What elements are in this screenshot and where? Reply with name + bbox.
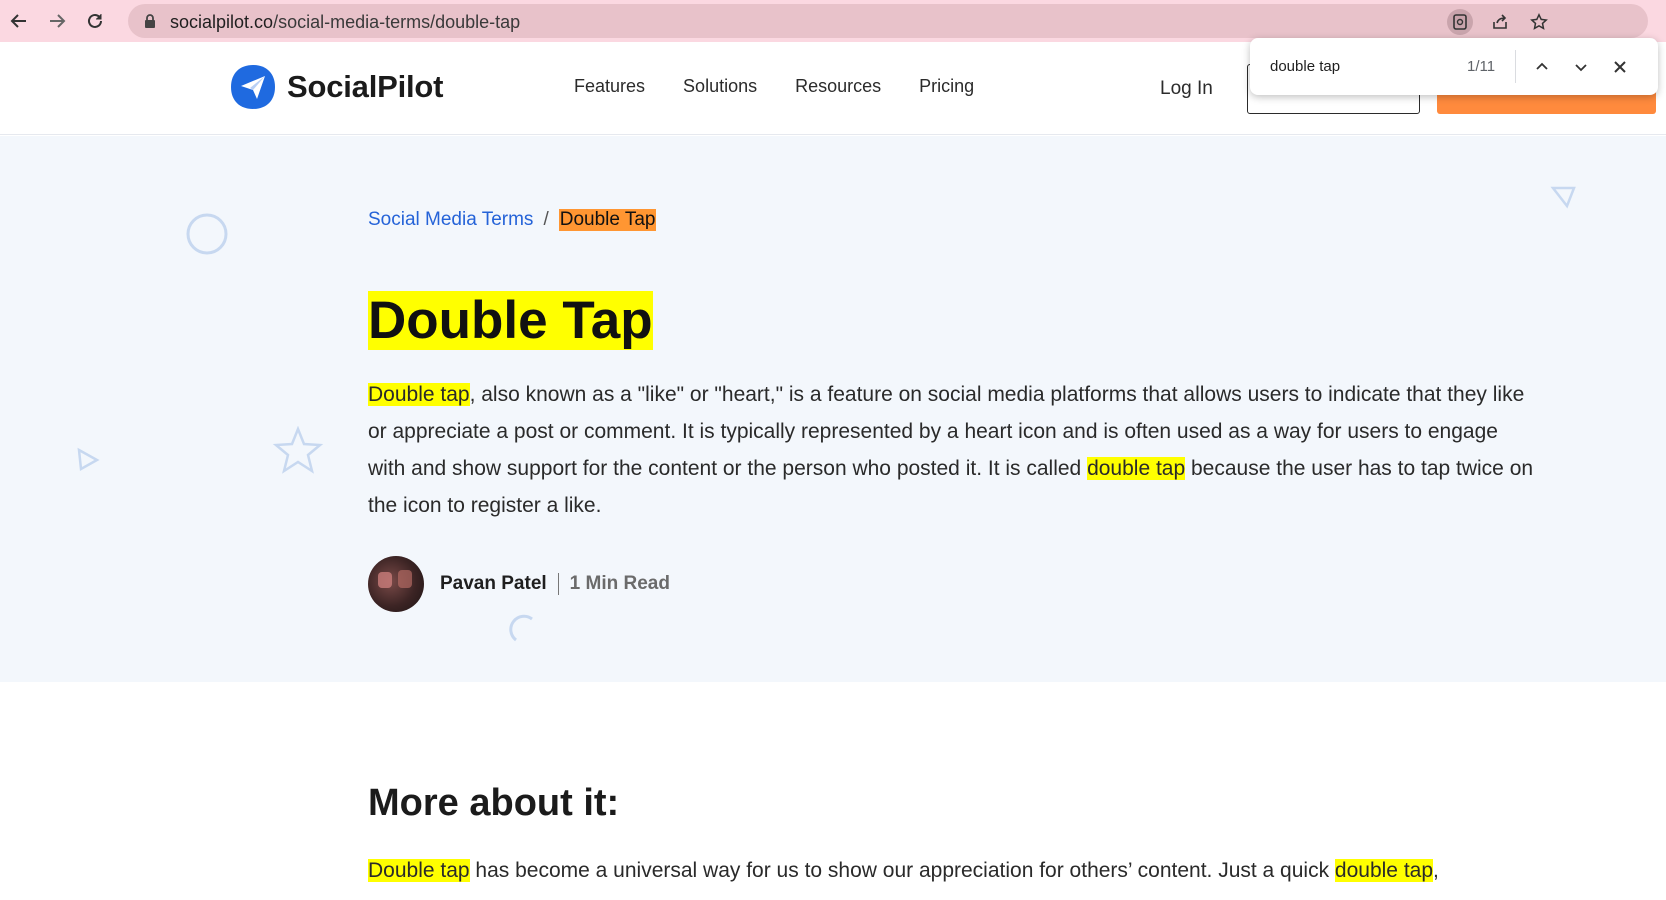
- logo-text: SocialPilot: [287, 69, 444, 104]
- find-highlight: double tap: [1334, 859, 1434, 882]
- search-in-page-icon[interactable]: [1447, 9, 1473, 35]
- triangle-decoration-icon: [77, 447, 100, 472]
- nav-resources[interactable]: Resources: [795, 76, 881, 97]
- lock-icon: [145, 14, 155, 28]
- breadcrumb-current: Double Tap: [558, 209, 656, 231]
- author-byline: Pavan Patel 1 Min Read: [368, 556, 670, 612]
- find-highlight: Double tap: [368, 859, 470, 882]
- breadcrumb-separator: /: [543, 209, 549, 230]
- main-nav: Features Solutions Resources Pricing: [574, 76, 974, 97]
- page-title: Double Tap: [368, 290, 653, 351]
- share-icon[interactable]: [1487, 9, 1513, 35]
- close-icon[interactable]: [1607, 54, 1633, 80]
- more-text: has become a universal way for us to sho…: [469, 859, 1335, 882]
- back-arrow-icon[interactable]: [5, 7, 33, 35]
- browser-toolbar: socialpilot.co/social-media-terms/double…: [0, 0, 1666, 42]
- chevron-down-icon[interactable]: [1568, 54, 1594, 80]
- find-divider: [1515, 50, 1516, 83]
- more-text: ,: [1433, 859, 1439, 882]
- nav-features[interactable]: Features: [574, 76, 645, 97]
- find-highlight: Double tap: [368, 383, 470, 406]
- reload-icon[interactable]: [81, 7, 109, 35]
- intro-paragraph: Double tap, also known as a "like" or "h…: [368, 376, 1538, 524]
- more-about-paragraph: Double tap has become a universal way fo…: [368, 852, 1618, 889]
- bookmark-star-icon[interactable]: [1526, 9, 1552, 35]
- paper-plane-logo-icon: [231, 65, 275, 109]
- triangle-decoration-icon: [1550, 186, 1576, 209]
- star-decoration-icon: [272, 426, 324, 474]
- page-title-text: Double Tap: [368, 291, 653, 350]
- circle-decoration-icon: [186, 213, 228, 255]
- nav-pricing[interactable]: Pricing: [919, 76, 974, 97]
- breadcrumb-parent-link[interactable]: Social Media Terms: [368, 209, 533, 231]
- find-input[interactable]: double tap: [1270, 58, 1340, 75]
- chevron-up-icon[interactable]: [1529, 54, 1555, 80]
- byline-divider: [557, 573, 559, 595]
- find-match-count: 1/11: [1467, 58, 1496, 75]
- arc-decoration-icon: [509, 614, 533, 642]
- read-time: 1 Min Read: [569, 573, 670, 594]
- hero-section: Social Media Terms / Double Tap Double T…: [0, 136, 1666, 682]
- author-name[interactable]: Pavan Patel: [440, 573, 547, 595]
- url-text: socialpilot.co/social-media-terms/double…: [170, 12, 521, 32]
- avatar: [368, 556, 424, 612]
- find-in-page-bar: double tap 1/11: [1250, 38, 1658, 95]
- breadcrumb: Social Media Terms / Double Tap: [368, 209, 656, 231]
- forward-arrow-icon[interactable]: [43, 7, 71, 35]
- find-highlight: double tap: [1087, 457, 1186, 480]
- nav-solutions[interactable]: Solutions: [683, 76, 757, 97]
- login-link[interactable]: Log In: [1160, 78, 1213, 100]
- more-about-heading: More about it:: [368, 782, 620, 824]
- address-bar[interactable]: socialpilot.co/social-media-terms/double…: [128, 4, 1648, 38]
- socialpilot-logo[interactable]: SocialPilot: [229, 63, 443, 111]
